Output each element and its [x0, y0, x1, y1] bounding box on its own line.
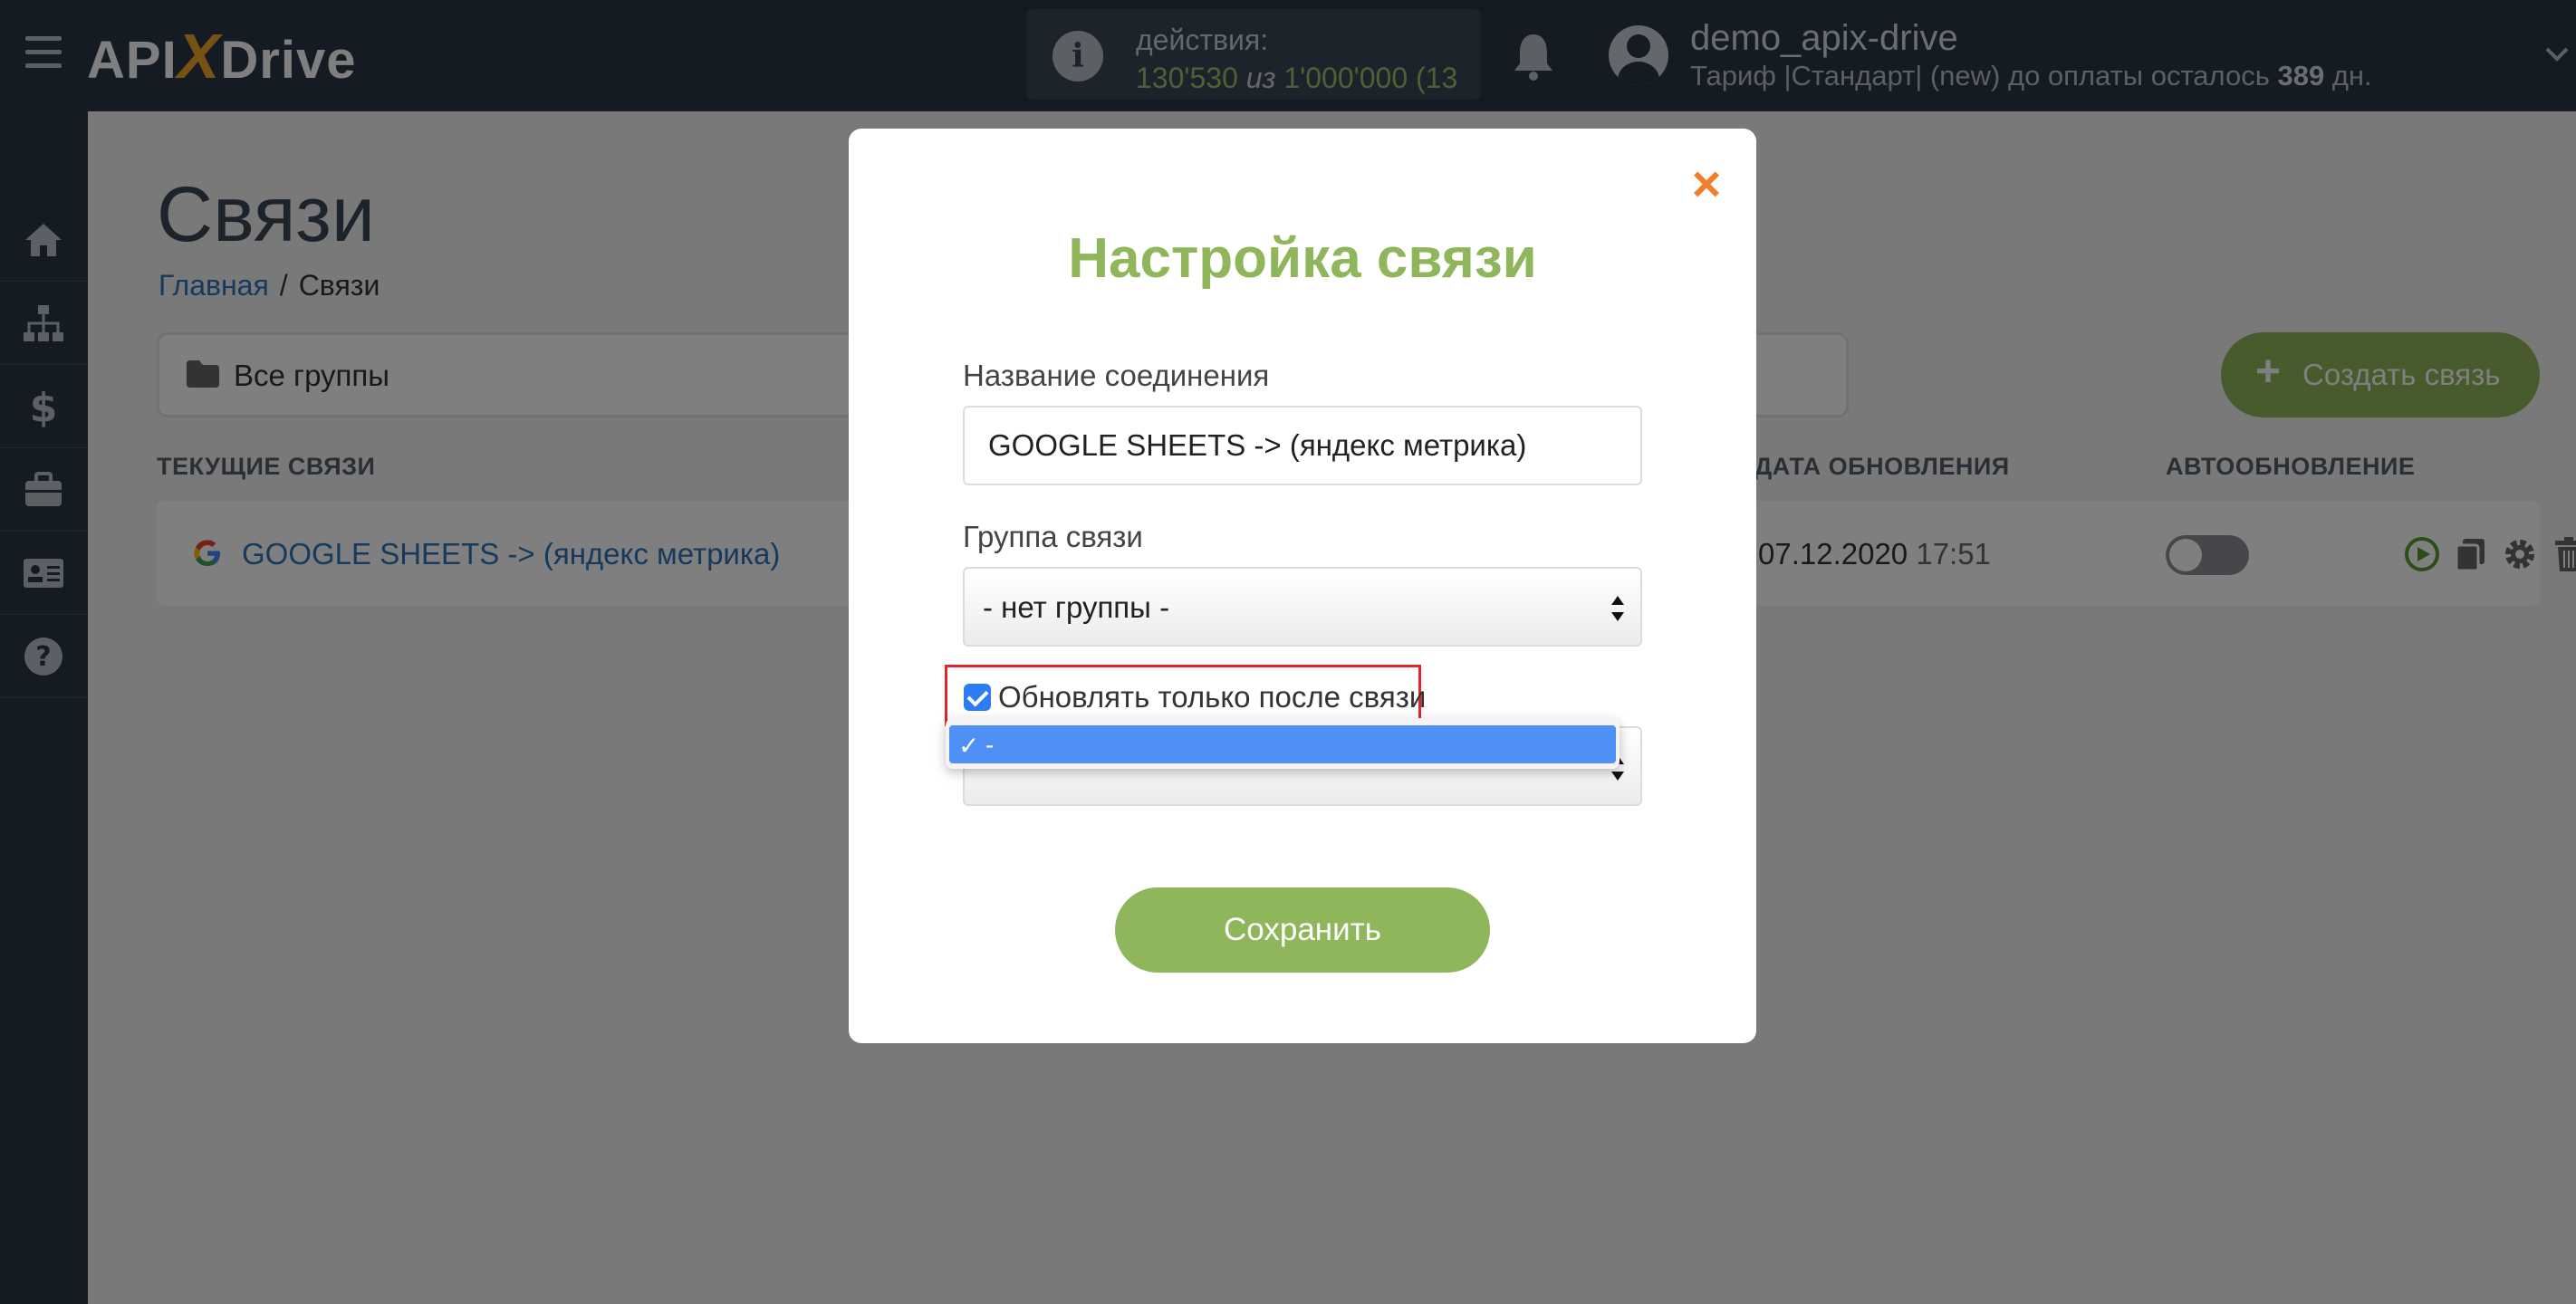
dropdown-option-selected[interactable]: ✓ -	[949, 725, 1616, 763]
connection-group-value: - нет группы -	[983, 590, 1170, 624]
connection-name-input[interactable]	[963, 406, 1642, 485]
connection-group-label: Группа связи	[963, 520, 1143, 553]
update-source-dropdown: ✓ -	[946, 718, 1620, 769]
connection-group-select[interactable]: - нет группы -	[963, 567, 1642, 647]
modal-title: Настройка связи	[1068, 227, 1537, 290]
save-button[interactable]: Сохранить	[1115, 887, 1490, 973]
dropdown-option-label: -	[985, 731, 995, 759]
connection-settings-modal: × Настройка связи Название соединения Гр…	[849, 129, 1756, 1043]
update-after-label[interactable]: Обновлять только после связи	[998, 680, 1426, 714]
connection-name-label: Название соединения	[963, 359, 1270, 392]
close-icon[interactable]: ×	[1684, 158, 1729, 209]
select-arrows-icon	[1611, 596, 1624, 621]
update-after-checkbox[interactable]	[964, 684, 991, 711]
update-after-checkbox-highlight: Обновлять только после связи	[945, 665, 1426, 726]
checkmark-icon: ✓	[958, 732, 980, 760]
